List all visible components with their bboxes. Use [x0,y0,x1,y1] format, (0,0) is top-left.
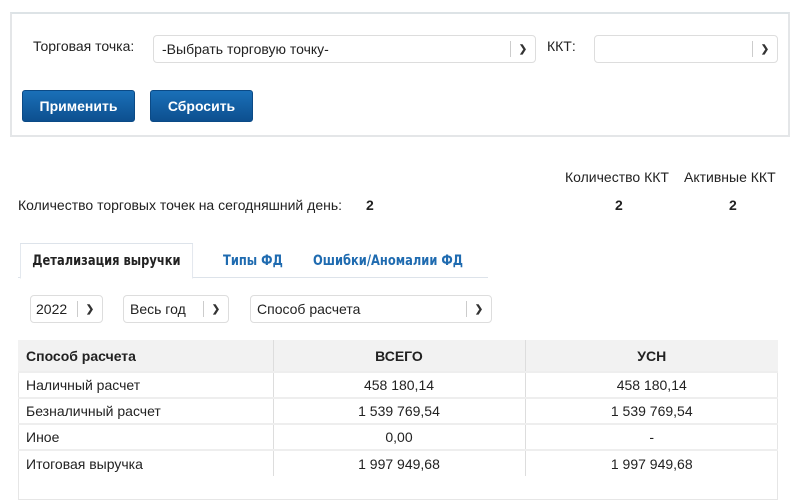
cell-method: Иное [18,423,274,450]
year-select[interactable]: 2022 ❯ [30,295,103,323]
cell-total: 1 997 949,68 [273,449,526,476]
kkt-select[interactable]: ❯ [594,35,778,63]
tab-revenue-details[interactable]: Детализация выручки [20,243,193,279]
tab-fd-errors[interactable]: Ошибки/Аномалии ФД [313,243,463,278]
cell-total: 0,00 [273,423,526,450]
cell-method: Наличный расчет [18,371,274,398]
cell-usn: 458 180,14 [525,371,778,398]
store-label: Торговая точка: [33,38,135,54]
cell-method: Безналичный расчет [18,397,274,424]
tab-bar: Детализация выручки Типы ФД Ошибки/Анома… [18,243,488,279]
header-usn: УСН [525,340,778,372]
kkt-label: ККТ: [547,38,576,54]
stores-count-value: 2 [366,197,374,213]
period-select[interactable]: Весь год ❯ [123,295,229,323]
method-select-value: Способ расчета [257,301,361,317]
chevron-down-icon: ❯ [211,303,221,315]
header-total: ВСЕГО [273,340,526,372]
reset-button[interactable]: Сбросить [150,90,253,122]
cell-usn: - [525,423,778,450]
store-select[interactable]: -Выбрать торговую точку- ❯ [153,35,536,63]
method-select[interactable]: Способ расчета ❯ [250,295,492,323]
revenue-table: Способ расчета ВСЕГО УСН Наличный расчет… [18,340,778,476]
header-method: Способ расчета [18,340,274,372]
tab-fd-types[interactable]: Типы ФД [223,243,283,278]
chevron-down-icon: ❯ [760,43,770,55]
table-header-row: Способ расчета ВСЕГО УСН [18,340,778,372]
cell-total: 458 180,14 [273,371,526,398]
period-select-value: Весь год [130,301,186,317]
table-row: Безналичный расчет 1 539 769,54 1 539 769,… [18,397,778,424]
stores-count-label: Количество торговых точек на сегодняшний… [18,197,343,213]
active-kkt-value: 2 [729,197,737,213]
chevron-down-icon: ❯ [474,303,484,315]
apply-button[interactable]: Применить [22,90,135,122]
table-row: Наличный расчет 458 180,14 458 180,14 [18,371,778,398]
store-select-value: -Выбрать торговую точку- [162,41,329,57]
chevron-down-icon: ❯ [85,303,95,315]
cell-usn: 1 997 949,68 [525,449,778,476]
cell-method: Итоговая выручка [18,449,274,476]
table-row: Иное 0,00- [18,423,778,450]
chevron-down-icon: ❯ [518,43,528,55]
kkt-count-label: Количество ККТ [565,169,669,185]
year-select-value: 2022 [36,301,68,317]
cell-usn: 1 539 769,54 [525,397,778,424]
table-row: Итоговая выручка 1 997 949,68 1 997 949,68 [18,449,778,476]
cell-total: 1 539 769,54 [273,397,526,424]
active-kkt-label: Активные ККТ [684,169,776,185]
kkt-count-value: 2 [615,197,623,213]
